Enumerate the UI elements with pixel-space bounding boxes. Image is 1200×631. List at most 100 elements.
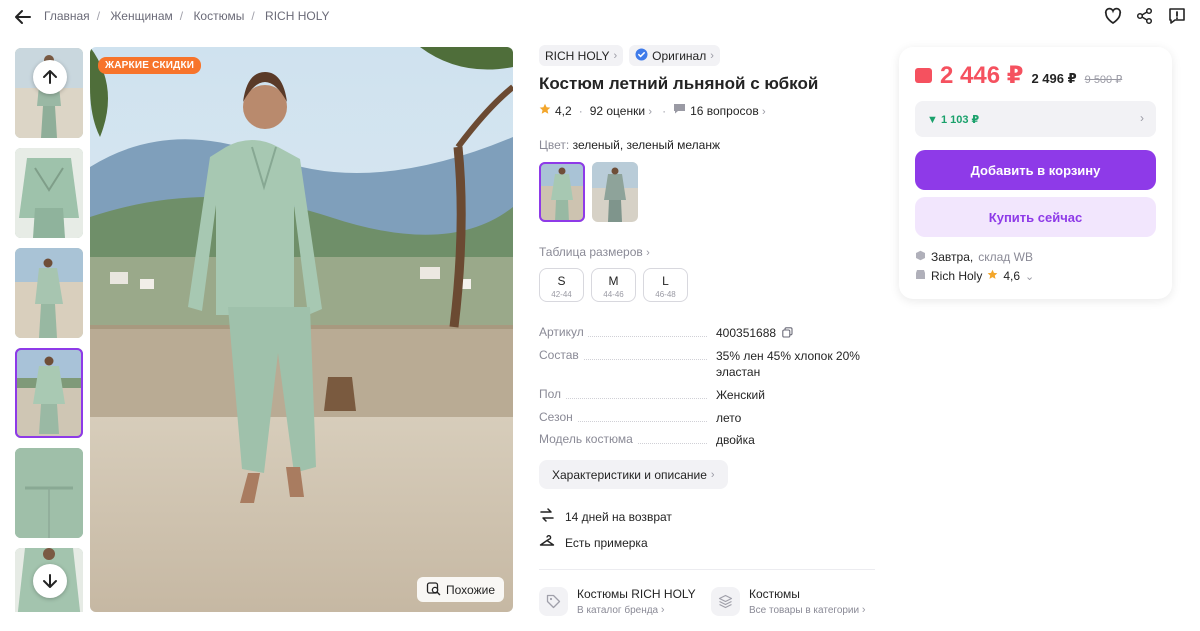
brand-catalog-link[interactable]: Костюмы RICH HOLY В каталог бренда › — [539, 587, 696, 616]
breadcrumb-item-women[interactable]: Женщинам — [110, 9, 172, 23]
rating-row: 4,2 · 92 оценки › · 16 вопросов › — [539, 103, 879, 118]
seller-info[interactable]: Rich Holy 4,6 ⌄ — [915, 269, 1034, 283]
color-label: Цвет: — [539, 138, 570, 152]
return-feature: 14 дней на возврат — [539, 507, 672, 526]
chevron-right-icon: › — [1140, 111, 1144, 125]
size-table-link[interactable]: Таблица размеров › — [539, 245, 650, 259]
buy-now-button[interactable]: Купить сейчас — [915, 197, 1156, 237]
color-row: Цвет: зеленый, зеленый меланж — [539, 138, 720, 152]
chat-icon — [673, 103, 686, 118]
characteristics-label: Характеристики и описание — [552, 467, 707, 482]
reviews-link[interactable]: 92 оценки › — [590, 104, 652, 118]
price-old: 9 500 ₽ — [1084, 74, 1123, 86]
product-title: Костюм летний льняной с юбкой — [539, 74, 819, 93]
add-to-cart-button[interactable]: Добавить в корзину — [915, 150, 1156, 190]
category-link[interactable]: Костюмы Все товары в категории › — [711, 587, 866, 616]
size-options: S 42-44 M 44-46 L 46-48 — [539, 268, 688, 302]
color-swatch-green[interactable] — [539, 162, 585, 222]
breadcrumb-item-home[interactable]: Главная — [44, 9, 90, 23]
product-info: RICH HOLY › Оригинал › Костюм летний льн… — [539, 45, 879, 616]
brand-catalog-subtitle: В каталог бренда — [577, 605, 659, 616]
spec-key: Пол — [539, 387, 566, 401]
size-label: S — [557, 274, 566, 288]
thumbnail-strip — [15, 48, 83, 612]
thumbnail[interactable] — [15, 248, 83, 338]
chevron-right-icon: › — [613, 49, 618, 62]
category-subtitle: Все товары в категории — [749, 605, 860, 616]
category-title: Костюмы — [749, 587, 800, 601]
delivery-day: Завтра, — [931, 250, 974, 264]
original-label: Оригинал — [652, 48, 707, 63]
questions-count: 16 вопросов — [690, 103, 759, 118]
size-option-s[interactable]: S 42-44 — [539, 268, 584, 302]
size-range: 44-46 — [603, 290, 624, 299]
brand-name: RICH HOLY — [545, 48, 610, 63]
fitting-feature: Есть примерка — [539, 533, 648, 552]
thumbnail-selected[interactable] — [15, 348, 83, 438]
shop-icon — [915, 269, 926, 283]
size-range: 42-44 — [551, 290, 572, 299]
arrow-down-icon[interactable] — [33, 564, 67, 598]
seller-rating: 4,6 — [1003, 269, 1021, 283]
top-actions — [1102, 5, 1188, 27]
wallet-icon — [915, 68, 932, 83]
cashback-row[interactable]: ▼ 1 103 ₽ › — [915, 101, 1156, 137]
copy-icon[interactable] — [782, 326, 793, 342]
tag-icon — [539, 587, 568, 616]
divider — [539, 569, 875, 570]
price-wallet: 2 446 ₽ — [940, 62, 1024, 89]
star-icon — [539, 103, 551, 118]
thumbnail[interactable] — [15, 448, 83, 538]
chevron-right-icon: › — [710, 468, 715, 481]
rating-value: 4,2 — [555, 103, 572, 118]
similar-label: Похожие — [446, 582, 495, 597]
similar-button[interactable]: Похожие — [417, 577, 504, 602]
breadcrumb-item-suits[interactable]: Костюмы — [193, 9, 244, 23]
spec-value: двойка — [716, 433, 755, 447]
price-card: 2 446 ₽ 2 496 ₽ 9 500 ₽ ▼ 1 103 ₽ › Доба… — [899, 47, 1172, 299]
article-number: 400351688 — [716, 326, 777, 340]
box-icon — [915, 250, 926, 264]
back-arrow-icon[interactable] — [12, 6, 34, 28]
color-swatch-green-melange[interactable] — [592, 162, 638, 222]
share-icon[interactable] — [1134, 5, 1156, 27]
spec-key: Модель костюма — [539, 432, 637, 446]
delivery-info: Завтра, склад WB — [915, 250, 1033, 264]
chevron-right-icon: › — [710, 49, 714, 62]
spec-value: Женский — [716, 388, 765, 402]
size-option-l[interactable]: L 46-48 — [643, 268, 688, 302]
size-label: M — [608, 274, 619, 288]
brand-chip[interactable]: RICH HOLY › — [539, 45, 624, 66]
photo-scene — [90, 47, 513, 612]
size-label: L — [662, 274, 669, 288]
questions-link[interactable]: 16 вопросов › — [690, 104, 766, 118]
color-value: зеленый, зеленый меланж — [572, 138, 720, 152]
size-option-m[interactable]: M 44-46 — [591, 268, 636, 302]
thumbnail[interactable] — [15, 148, 83, 238]
heart-icon[interactable] — [1102, 5, 1124, 27]
breadcrumb-item-brand[interactable]: RICH HOLY — [265, 9, 329, 23]
characteristics-button[interactable]: Характеристики и описание › — [539, 460, 728, 489]
spec-key: Артикул — [539, 325, 588, 339]
breadcrumb: Главная / Женщинам / Костюмы / RICH HOLY — [44, 9, 330, 23]
report-icon[interactable] — [1166, 5, 1188, 27]
price-regular: 2 496 ₽ — [1031, 71, 1077, 86]
hot-sale-badge: ЖАРКИЕ СКИДКИ — [98, 57, 202, 74]
spec-value: лето — [716, 411, 742, 425]
spec-key: Сезон — [539, 410, 577, 424]
size-table-label: Таблица размеров — [539, 245, 643, 259]
original-chip[interactable]: Оригинал › — [629, 45, 720, 66]
brand-catalog-title: Костюмы RICH HOLY — [577, 587, 696, 601]
search-similar-icon — [426, 581, 441, 599]
fitting-label: Есть примерка — [565, 535, 648, 550]
color-swatches — [539, 162, 638, 222]
chevron-down-icon: ⌄ — [1025, 270, 1035, 283]
return-icon — [539, 507, 555, 526]
spec-key: Состав — [539, 348, 583, 362]
arrow-up-icon[interactable] — [33, 60, 67, 94]
return-label: 14 дней на возврат — [565, 509, 672, 524]
brand-row: RICH HOLY › Оригинал › — [539, 45, 879, 66]
main-product-photo[interactable]: ЖАРКИЕ СКИДКИ Похожие — [90, 47, 513, 612]
price-row: 2 446 ₽ 2 496 ₽ 9 500 ₽ — [915, 61, 1122, 90]
top-bar: Главная / Женщинам / Костюмы / RICH HOLY — [0, 0, 1200, 32]
